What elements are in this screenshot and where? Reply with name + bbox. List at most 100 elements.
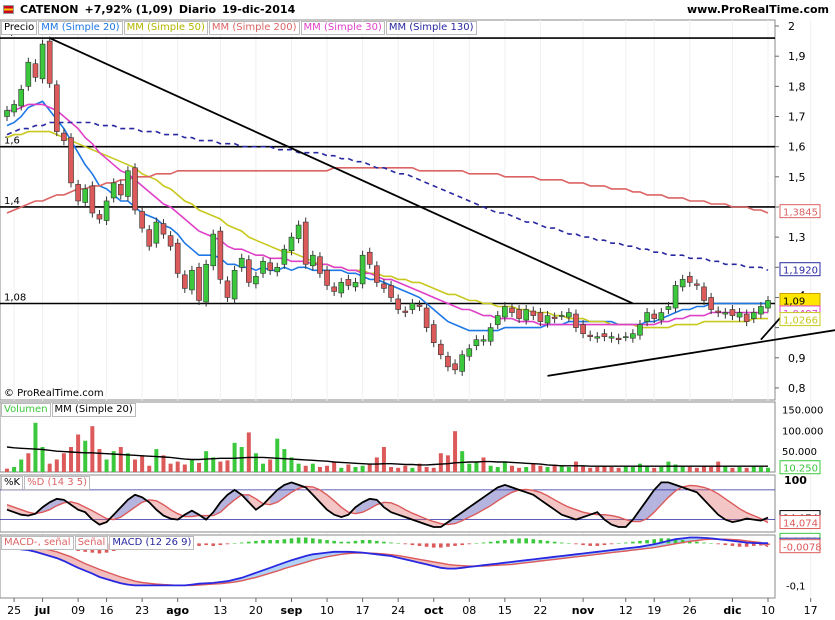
x-tick-label: 08 [462,604,476,617]
volume-bar [531,463,536,472]
macd-hist-bar [652,539,657,544]
candle-body [352,282,359,288]
candle-body [502,306,508,318]
legend-mm200[interactable]: MM (Simple 200) [208,21,300,35]
legend-mm30[interactable]: MM (Simple 30) [300,21,385,35]
macd-hist-bar [702,542,706,544]
candle-body [509,307,515,313]
x-tick-label: 20 [249,604,263,617]
legend-price[interactable]: Precio [1,21,38,35]
volume-bar [40,447,45,472]
legend-volume[interactable]: Volumen [1,403,51,417]
volume-bar [232,442,237,472]
volume-bar [104,459,109,472]
candle-body [132,167,138,211]
volume-bar [396,467,401,472]
macd-hist-bar [631,541,635,544]
macd-hist-bar [254,540,258,544]
candle-body [174,242,181,274]
macd-hist-bar [396,543,400,544]
macd-hist-bar [723,543,728,546]
macd-hist-bar [353,540,358,544]
macd-hist-bar [197,543,201,546]
volume-bar [502,461,507,472]
volume-bar [19,459,24,472]
macd-hist-bar [318,539,322,544]
candle-body [317,256,323,274]
candle-body [39,43,46,80]
macd-hist-bar [431,543,436,548]
volume-bar [637,463,642,472]
legend-k[interactable]: %K [1,476,24,490]
price-tick-label: 1,3 [788,231,806,244]
candle-body [402,310,409,313]
candle-body [665,306,672,310]
volume-bar [147,465,152,472]
candle-body [366,251,373,265]
volume-tick-label: 50.000 [782,447,817,458]
macd-hist-bar [545,540,550,544]
macd-hist-bar [424,543,429,547]
volume-bar [545,467,550,472]
volume-bar [118,447,123,472]
macd-hist-bar [325,540,329,544]
volume-bar [90,426,95,472]
volume-bar [737,467,742,472]
volume-bar [61,453,66,472]
price-panel [0,19,776,401]
price-tick-label: 1,6 [788,141,806,154]
x-tick-label: ago [166,604,189,617]
volume-bar [282,449,287,472]
candle-body [587,334,593,337]
legend-volume-mm[interactable]: MM (Simple 20) [51,403,136,417]
candle-body [466,348,473,357]
volume-bar [381,447,386,472]
legend-mm50[interactable]: MM (Simple 50) [123,21,208,35]
volume-bar [389,467,394,472]
candle-body [409,303,416,310]
candle-body [331,286,337,292]
legend-signal[interactable]: Señal [74,536,109,550]
volume-bar [595,467,600,472]
candle-body [11,104,17,113]
candle-body [153,221,160,244]
level-label: 1,4 [4,196,20,207]
volume-bar [524,467,529,472]
macd-hist-bar [453,543,457,546]
chart-svg[interactable]: 0,80,91,31,51,61,71,81,921,961,61,41,081… [0,0,835,620]
legend-d[interactable]: %D (14 3 5) [24,476,91,490]
volume-bar [275,438,280,472]
candle-body [694,283,700,286]
macd-hist-bar [289,538,294,544]
volume-bar [495,467,500,472]
macd-hist-bar [481,542,486,544]
macd-hist-bar [645,540,649,544]
candle-body [487,327,494,342]
legend-macd[interactable]: MACD (12 26 9) [109,536,195,550]
legend-mm130[interactable]: MM (Simple 130) [385,21,477,35]
macd-hist-bar [510,539,514,544]
macd-hist-bar [503,540,507,544]
macd-hist-bar [439,543,443,548]
macd-hist-bar [524,538,528,544]
volume-bar [609,467,614,472]
macd-hist-bar [460,543,464,546]
macd-hist-bar [239,542,244,544]
price-tick-label: 2 [788,20,795,33]
candle-body [345,279,352,286]
legend-macd-hist[interactable]: MACD-, señal [1,536,74,550]
macd-hist-bar [275,540,280,544]
legend-mm20[interactable]: MM (Simple 20) [38,21,123,35]
candle-body [75,184,81,202]
volume-legend: Volumen MM (Simple 20) [1,403,137,417]
candle-body [189,270,195,291]
macd-hist-bar [417,543,422,546]
volume-bar [246,432,251,472]
candle-body [523,309,529,321]
candle-body [139,211,145,229]
volume-bar [424,467,429,472]
candle-body [238,257,245,268]
x-tick-label: 24 [391,604,405,617]
volume-bar [26,453,31,472]
macd-hist-bar [716,543,721,545]
